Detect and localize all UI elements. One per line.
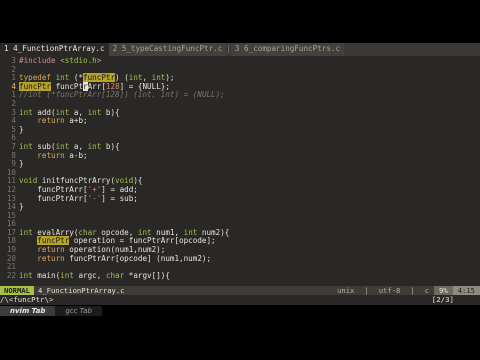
code-line[interactable]: 3 #include <stdio.h>: [0, 56, 480, 66]
code-token: b){: [101, 107, 120, 117]
code-token: *argv[]){: [124, 270, 170, 280]
code-token: //int (*funcPtrArr[128]) (int, int) = (N…: [19, 90, 225, 100]
code-token: <stdio.h>: [60, 56, 102, 65]
code-token: a+b;: [64, 116, 88, 126]
code-buffer[interactable]: 3 #include <stdio.h> 2 1 typedef int (*funcP…: [0, 56, 480, 289]
vim-tabline: 1 4_FunctionPtrArray.c 2 5_typeCastingFun…: [0, 43, 480, 56]
code-line[interactable]: 14}: [0, 202, 480, 212]
code-token: main(: [32, 270, 61, 280]
status-right: unix | utf-8 | c 9% 4:15: [332, 286, 480, 295]
statusline: NORMAL 4_FunctionPtrArray.c unix | utf-8 | c 9…: [0, 286, 480, 295]
code-token: b){: [101, 141, 120, 151]
letterbox-top: [0, 0, 480, 43]
code-token: int: [19, 270, 33, 280]
status-filetype: c: [424, 286, 430, 295]
code-token: int: [60, 270, 74, 280]
vim-tab-3[interactable]: 3 6_comparingFuncPtrs.c: [230, 43, 345, 56]
code-token: return: [37, 253, 65, 263]
code-line[interactable]: 8 return a-b;: [0, 150, 480, 161]
code-line[interactable]: 9}: [0, 159, 480, 169]
terminal-tab-gcc[interactable]: gcc Tab: [55, 306, 102, 316]
code-token: funcPtrArr[opcode] (num1,num2);: [64, 253, 212, 263]
code-token: char: [105, 270, 125, 280]
code-token: '-': [87, 193, 102, 203]
code-token: a-b;: [64, 150, 88, 160]
code-token: funcPtrArr[: [19, 193, 88, 203]
code-token: }: [19, 124, 24, 134]
code-line[interactable]: 13 funcPtrArr['-'] = sub;: [0, 193, 480, 204]
code-line[interactable]: 1//int (*funcPtrArr[128]) (int, int) = (…: [0, 91, 480, 100]
status-filename: 4_FunctionPtrArray.c: [37, 286, 125, 295]
status-percent: 9%: [434, 286, 453, 295]
search-count: [2/3]: [431, 295, 454, 304]
code-line[interactable]: 20 return funcPtrArr[opcode] (num1,num2)…: [0, 253, 480, 264]
code-token: }: [19, 202, 24, 212]
code-token: argc,: [73, 270, 106, 280]
code-token: int: [87, 107, 102, 117]
code-token: return: [37, 150, 65, 160]
command-line[interactable]: /\<funcPtr\> [2/3]: [0, 295, 480, 305]
code-line[interactable]: 4 return a+b;: [0, 116, 480, 126]
code-token: ] = sub;: [101, 193, 138, 203]
vim-tab-1[interactable]: 1 4_FunctionPtrArray.c: [0, 43, 109, 56]
status-encoding: utf-8: [378, 286, 401, 295]
code-token: int: [87, 141, 102, 151]
code-line[interactable]: 5}: [0, 124, 480, 135]
search-pattern: /\<funcPtr\>: [0, 295, 54, 304]
status-separator: |: [410, 286, 415, 295]
status-fileformat: unix: [337, 286, 355, 295]
video-frame: 1 4_FunctionPtrArray.c 2 5_typeCastingFun…: [0, 0, 480, 360]
code-token: }: [19, 159, 24, 169]
code-line[interactable]: 15: [0, 211, 480, 221]
code-token: #include: [19, 56, 56, 65]
code-line[interactable]: 22 int main(int argc, char *argv[]){: [0, 270, 480, 281]
nvim-window: 1 4_FunctionPtrArray.c 2 5_typeCastingFun…: [0, 43, 480, 305]
status-separator: |: [364, 286, 369, 295]
terminal-tab-nvim[interactable]: nvim Tab: [0, 306, 56, 316]
status-position: 4:15: [452, 286, 480, 295]
terminal-tab-bar: nvim Tab gcc Tab: [0, 305, 102, 317]
code-token: return: [37, 116, 65, 126]
code-token: typedef: [19, 73, 52, 83]
line-number: 22: [6, 270, 16, 280]
vim-tab-2[interactable]: 2 5_typeCastingFuncPtr.c: [108, 43, 227, 56]
mode-indicator: NORMAL: [0, 286, 34, 295]
